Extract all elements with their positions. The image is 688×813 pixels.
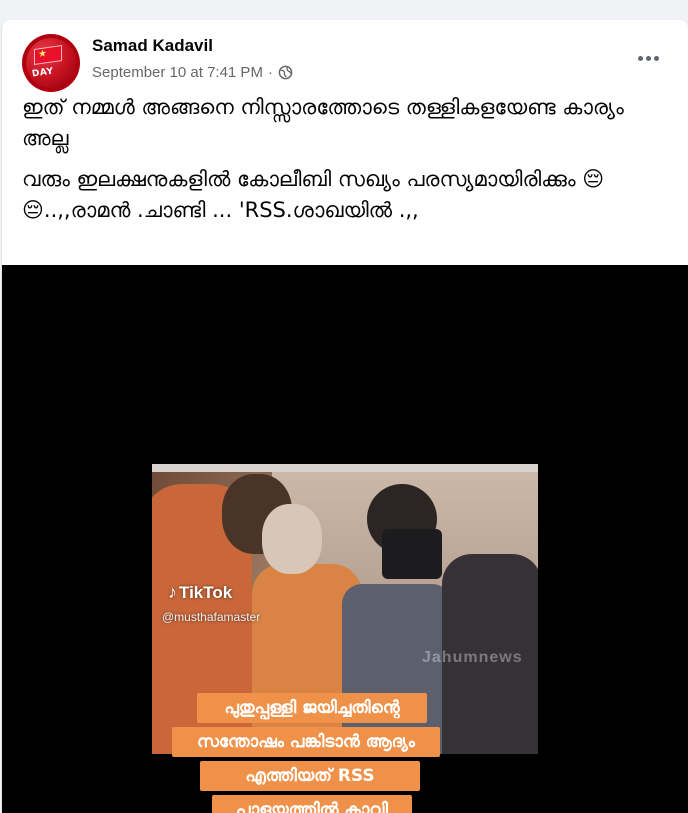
video-caption-line: പുതുപ്പള്ളി ജയിച്ചതിന്റെ [197, 693, 427, 723]
star-icon: ★ [38, 48, 47, 61]
video-caption-line: എത്തിയത് RSS [200, 761, 420, 791]
post-card: ★ DAY Samad Kadavil September 10 at 7:41… [2, 20, 688, 813]
video-watermark: Jahumnews [422, 649, 523, 666]
tiktok-label: TikTok [179, 582, 233, 602]
post-meta: September 10 at 7:41 PM · [92, 64, 293, 81]
video-caption-line: സന്തോഷം പങ്കിടാൻ ആദ്യം [172, 727, 440, 757]
post-text-paragraph-2: വരും ഇലക്ഷനുകളിൽ കോലീബി സഖ്യം പരസ്യമായിര… [22, 167, 605, 222]
post-text: ഇത് നമ്മൾ അങ്ങനെ നിസ്സാരത്തോടെ തള്ളികളയേ… [22, 92, 672, 236]
more-dot [653, 55, 659, 61]
more-options-button[interactable] [630, 46, 666, 70]
profile-avatar[interactable]: ★ DAY [22, 34, 80, 92]
author-name[interactable]: Samad Kadavil [92, 36, 213, 56]
tiktok-icon: ♪ [168, 582, 177, 602]
video-top-strip [152, 464, 538, 472]
more-dot [637, 55, 643, 61]
meta-separator: · [267, 64, 273, 81]
post-timestamp[interactable]: September 10 at 7:41 PM [92, 64, 263, 81]
video-caption-line: പാളയത്തിൽ കാവി [212, 795, 412, 813]
post-text-paragraph-1: ഇത് നമ്മൾ അങ്ങനെ നിസ്സാരത്തോടെ തള്ളികളയേ… [22, 95, 624, 150]
globe-icon[interactable] [278, 65, 293, 80]
tiktok-logo: ♪ TikTok [168, 582, 232, 603]
tiktok-handle: @musthafamaster [162, 610, 261, 624]
more-dot [645, 55, 651, 61]
post-media[interactable]: ♪ TikTok @musthafamaster Jahumnews പുതുപ… [2, 265, 688, 813]
video-person-face [262, 504, 322, 574]
camera-icon [382, 529, 442, 579]
